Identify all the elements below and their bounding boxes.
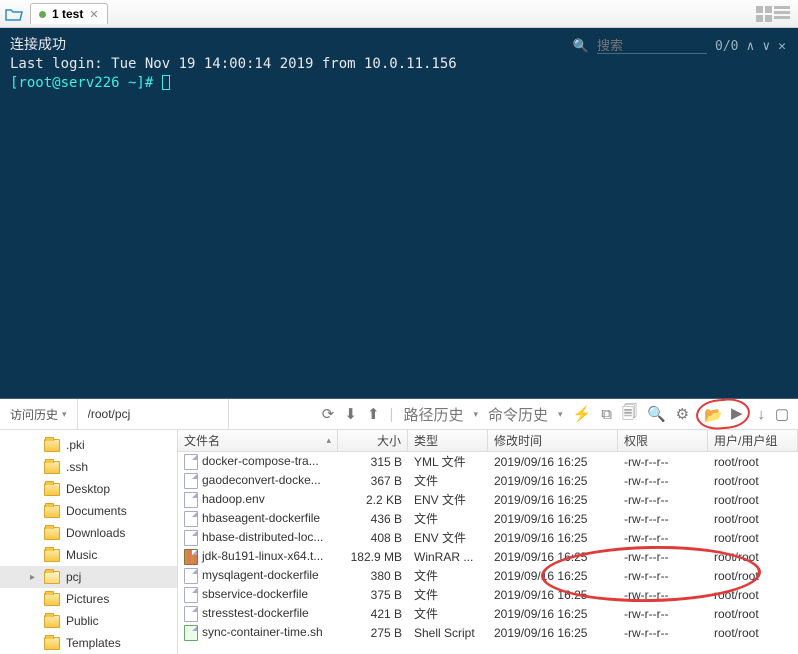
tree-label: Desktop bbox=[66, 482, 110, 496]
tree-label: Downloads bbox=[66, 526, 125, 540]
search-icon[interactable]: 🔍 bbox=[573, 39, 589, 54]
folder-open-icon[interactable]: 📂 bbox=[701, 404, 726, 426]
file-list: 文件名 大小 类型 修改时间 权限 用户/用户组 docker-compose-… bbox=[178, 430, 798, 654]
copy-icon[interactable]: ⧉ bbox=[598, 404, 615, 425]
terminal-line: Last login: Tue Nov 19 14:00:14 2019 fro… bbox=[10, 55, 788, 74]
cursor-icon bbox=[162, 75, 170, 90]
file-icon bbox=[184, 530, 198, 546]
tree-label: Music bbox=[66, 548, 97, 562]
folder-icon bbox=[44, 439, 60, 452]
tree-item[interactable]: Public bbox=[0, 610, 177, 632]
tree-item[interactable]: Documents bbox=[0, 500, 177, 522]
session-tab[interactable]: 1 test ✕ bbox=[30, 3, 108, 24]
tree-item[interactable]: Downloads bbox=[0, 522, 177, 544]
folder-icon bbox=[44, 483, 60, 496]
bolt-icon[interactable]: ⚡ bbox=[570, 403, 595, 425]
search-file-icon[interactable]: 🔍 bbox=[644, 403, 669, 425]
file-icon bbox=[184, 625, 198, 641]
file-row[interactable]: docker-compose-tra...315 BYML 文件2019/09/… bbox=[178, 452, 798, 471]
file-row[interactable]: gaodeconvert-docke...367 B文件2019/09/16 1… bbox=[178, 471, 798, 490]
col-perm[interactable]: 权限 bbox=[618, 430, 708, 451]
file-row[interactable]: hbaseagent-dockerfile436 B文件2019/09/16 1… bbox=[178, 509, 798, 528]
file-icon bbox=[184, 492, 198, 508]
tree-item[interactable]: Templates bbox=[0, 632, 177, 654]
file-icon bbox=[184, 549, 198, 565]
file-row[interactable]: mysqlagent-dockerfile380 B文件2019/09/16 1… bbox=[178, 566, 798, 585]
list-view-icon[interactable] bbox=[774, 6, 790, 22]
file-toolbar: 访问历史▾ ⟳ ⬇ ⬆ | 路径历史▾ 命令历史▾ ⚡ ⧉ 🗐 🔍 ⚙ 📂 ▶ … bbox=[0, 398, 798, 430]
terminal-search-bar: 🔍 0/0 ∧ ∨ ✕ bbox=[573, 38, 786, 54]
status-dot-icon bbox=[39, 11, 46, 18]
cmd-history-button[interactable]: 命令历史 bbox=[485, 402, 551, 427]
folder-icon bbox=[44, 571, 60, 584]
folder-icon bbox=[44, 549, 60, 562]
col-mtime[interactable]: 修改时间 bbox=[488, 430, 618, 451]
annotation-oval: 📂 ▶ bbox=[695, 397, 752, 432]
folder-icon bbox=[44, 637, 60, 650]
file-row[interactable]: sync-container-time.sh275 BShell Script2… bbox=[178, 623, 798, 642]
file-pane: .pki .ssh Desktop Documents Downloads Music ▸p… bbox=[0, 430, 798, 654]
file-list-header: 文件名 大小 类型 修改时间 权限 用户/用户组 bbox=[178, 430, 798, 452]
search-prev-icon[interactable]: ∧ bbox=[747, 39, 755, 54]
folder-icon bbox=[44, 527, 60, 540]
file-row[interactable]: jdk-8u191-linux-x64.t...182.9 MBWinRAR .… bbox=[178, 547, 798, 566]
tree-label: Documents bbox=[66, 504, 127, 518]
grid-view-icon[interactable] bbox=[756, 6, 772, 22]
tab-bar: 1 test ✕ bbox=[0, 0, 798, 28]
tab-title: 1 test bbox=[52, 7, 83, 21]
col-type[interactable]: 类型 bbox=[408, 430, 488, 451]
download-icon[interactable]: ⬇ bbox=[341, 403, 360, 425]
col-size[interactable]: 大小 bbox=[338, 430, 408, 451]
search-next-icon[interactable]: ∨ bbox=[762, 39, 770, 54]
file-icon bbox=[184, 473, 198, 489]
open-folder-icon[interactable] bbox=[4, 4, 24, 24]
paste-icon[interactable]: 🗐 bbox=[619, 400, 640, 429]
terminal-prompt: [root@serv226 ~]# bbox=[10, 74, 788, 93]
tree-item[interactable]: Music bbox=[0, 544, 177, 566]
search-count: 0/0 bbox=[715, 39, 738, 54]
tree-label: Public bbox=[66, 614, 99, 628]
file-row[interactable]: hadoop.env2.2 KBENV 文件2019/09/16 16:25-r… bbox=[178, 490, 798, 509]
col-name[interactable]: 文件名 bbox=[178, 430, 338, 451]
refresh-icon[interactable]: ⟳ bbox=[319, 403, 338, 425]
visit-history-button[interactable]: 访问历史▾ bbox=[0, 399, 78, 429]
file-row[interactable]: stresstest-dockerfile421 B文件2019/09/16 1… bbox=[178, 604, 798, 623]
search-close-icon[interactable]: ✕ bbox=[778, 39, 786, 54]
search-input[interactable] bbox=[597, 38, 707, 54]
folder-icon bbox=[44, 593, 60, 606]
path-input[interactable] bbox=[88, 407, 218, 421]
file-row[interactable]: hbase-distributed-loc...408 BENV 文件2019/… bbox=[178, 528, 798, 547]
file-icon bbox=[184, 454, 198, 470]
col-owner[interactable]: 用户/用户组 bbox=[708, 430, 798, 451]
collapse-icon[interactable]: ↓ bbox=[754, 404, 768, 425]
tree-label: .ssh bbox=[66, 460, 88, 474]
tree-label: pcj bbox=[66, 570, 81, 584]
terminal-pane[interactable]: 🔍 0/0 ∧ ∨ ✕ 连接成功 Last login: Tue Nov 19 … bbox=[0, 28, 798, 398]
tree-item[interactable]: Desktop bbox=[0, 478, 177, 500]
play-icon[interactable]: ▶ bbox=[728, 402, 746, 424]
file-row[interactable]: sbservice-dockerfile375 B文件2019/09/16 16… bbox=[178, 585, 798, 604]
tree-item[interactable]: .ssh bbox=[0, 456, 177, 478]
tree-item[interactable]: ▸pcj bbox=[0, 566, 177, 588]
tree-label: .pki bbox=[66, 438, 85, 452]
tree-label: Pictures bbox=[66, 592, 109, 606]
gear-icon[interactable]: ⚙ bbox=[673, 403, 692, 425]
tree-item[interactable]: Pictures bbox=[0, 588, 177, 610]
close-icon[interactable]: ✕ bbox=[89, 8, 98, 21]
path-input-seg bbox=[78, 399, 229, 429]
maximize-icon[interactable]: ▢ bbox=[772, 403, 792, 425]
file-icon bbox=[184, 606, 198, 622]
tree-label: Templates bbox=[66, 636, 121, 650]
file-icon bbox=[184, 568, 198, 584]
folder-icon bbox=[44, 461, 60, 474]
file-icon bbox=[184, 587, 198, 603]
path-history-button[interactable]: 路径历史 bbox=[400, 402, 466, 427]
folder-icon bbox=[44, 615, 60, 628]
upload-icon[interactable]: ⬆ bbox=[364, 403, 383, 425]
folder-icon bbox=[44, 505, 60, 518]
tree-item[interactable]: .pki bbox=[0, 434, 177, 456]
folder-tree: .pki .ssh Desktop Documents Downloads Music ▸p… bbox=[0, 430, 178, 654]
file-icon bbox=[184, 511, 198, 527]
